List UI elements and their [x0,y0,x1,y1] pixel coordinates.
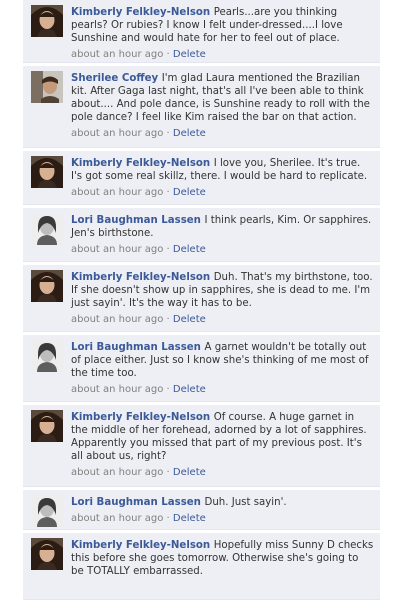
lori-profile-photo[interactable] [31,495,63,527]
comment-body: Lori Baughman Lassen I think pearls, Kim… [71,214,374,256]
timestamp: about an hour ago [71,244,164,255]
comment-meta: about an hour ago · Delete [71,186,374,199]
kimberly-profile-photo[interactable] [31,538,63,570]
sherilee-profile-photo[interactable] [31,71,63,103]
comment-meta: about an hour ago · Delete [71,466,374,479]
comment-meta: about an hour ago · Delete [71,383,374,396]
author-name-link[interactable]: Kimberly Felkley-Nelson [71,412,214,423]
timestamp: about an hour ago [71,384,164,395]
comment-item: Sherilee Coffey I'm glad Laura mentioned… [23,66,380,148]
comment-item: Kimberly Felkley-Nelson I love you, Sher… [23,151,380,205]
comment-body: Kimberly Felkley-Nelson Of course. A hug… [71,411,374,479]
comment-item: Lori Baughman Lassen I think pearls, Kim… [23,208,380,262]
comment-body: Kimberly Felkley-Nelson I love you, Sher… [71,157,374,199]
delete-link[interactable]: Delete [173,49,206,60]
author-name-link[interactable]: Kimberly Felkley-Nelson [71,272,214,283]
comment-body: Kimberly Felkley-Nelson Duh. That's my b… [71,271,374,326]
comment-body: Kimberly Felkley-Nelson Pearls...are you… [71,6,374,61]
timestamp: about an hour ago [71,49,164,60]
author-name-link[interactable]: Lori Baughman Lassen [71,497,204,508]
kimberly-profile-photo[interactable] [31,156,63,188]
lori-profile-photo[interactable] [31,340,63,372]
comment-item: Lori Baughman Lassen A garnet wouldn't b… [23,335,380,402]
comment-item: Kimberly Felkley-Nelson Pearls...are you… [23,0,380,63]
timestamp: about an hour ago [71,187,164,198]
comment-item: Lori Baughman Lassen Duh. Just sayin'. a… [23,490,380,530]
comment-meta: about an hour ago · Delete [71,127,374,140]
kimberly-profile-photo[interactable] [31,410,63,442]
comment-item: Kimberly Felkley-Nelson Duh. That's my b… [23,265,380,332]
kimberly-profile-photo[interactable] [31,270,63,302]
comment-meta: about an hour ago · Delete [71,243,374,256]
comment-text: Duh. Just sayin'. [204,497,287,508]
author-name-link[interactable]: Lori Baughman Lassen [71,215,204,226]
comment-body: Sherilee Coffey I'm glad Laura mentioned… [71,72,374,140]
lori-profile-photo[interactable] [31,213,63,245]
comment-item: Kimberly Felkley-Nelson Hopefully miss S… [23,533,380,600]
comment-body: Lori Baughman Lassen A garnet wouldn't b… [71,341,374,396]
author-name-link[interactable]: Sherilee Coffey [71,73,162,84]
timestamp: about an hour ago [71,314,164,325]
comment-meta: about an hour ago · Delete [71,48,374,61]
timestamp: about an hour ago [71,513,164,524]
author-name-link[interactable]: Kimberly Felkley-Nelson [71,7,214,18]
author-name-link[interactable]: Lori Baughman Lassen [71,342,204,353]
author-name-link[interactable]: Kimberly Felkley-Nelson [71,158,214,169]
kimberly-profile-photo[interactable] [31,5,63,37]
comment-body: Lori Baughman Lassen Duh. Just sayin'. a… [71,496,374,525]
delete-link[interactable]: Delete [173,187,206,198]
delete-link[interactable]: Delete [173,384,206,395]
timestamp: about an hour ago [71,128,164,139]
delete-link[interactable]: Delete [173,314,206,325]
timestamp: about an hour ago [71,467,164,478]
delete-link[interactable]: Delete [173,128,206,139]
delete-link[interactable]: Delete [173,513,206,524]
comment-meta: about an hour ago · Delete [71,313,374,326]
comment-item: Kimberly Felkley-Nelson Of course. A hug… [23,405,380,487]
comment-meta: about an hour ago · Delete [71,512,374,525]
author-name-link[interactable]: Kimberly Felkley-Nelson [71,540,214,551]
comment-body: Kimberly Felkley-Nelson Hopefully miss S… [71,539,374,578]
comment-feed: Kimberly Felkley-Nelson Pearls...are you… [0,0,400,600]
delete-link[interactable]: Delete [173,467,206,478]
delete-link[interactable]: Delete [173,244,206,255]
